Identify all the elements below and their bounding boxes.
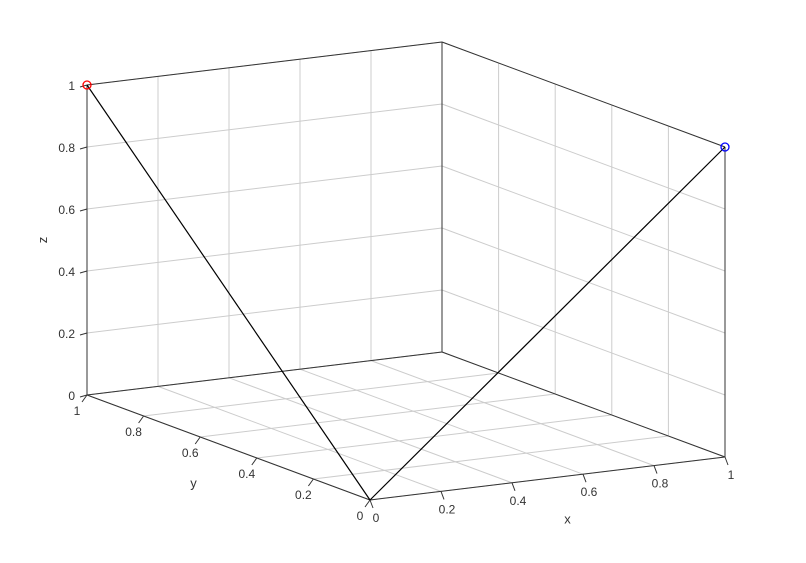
x-tick-0: 0: [373, 511, 380, 525]
x-tick-3: 0.6: [581, 485, 598, 499]
y-tick-2: 0.4: [238, 467, 255, 481]
y-tick-3: 0.6: [182, 446, 199, 460]
x-axis-label: x: [564, 512, 571, 527]
z-tick-5: 1: [68, 79, 75, 93]
z-tick-0: 0: [68, 389, 75, 403]
z-tick-3: 0.6: [58, 203, 75, 217]
x-tick-5: 1: [728, 468, 735, 482]
series-line-1: [370, 147, 725, 500]
y-tick-1: 0.2: [295, 488, 312, 502]
x-tick-1: 0.2: [439, 502, 456, 516]
x-tick-2: 0.4: [510, 494, 527, 508]
y-tick-5: 1: [74, 404, 81, 418]
y-tick-4: 0.8: [125, 425, 142, 439]
z-tick-2: 0.4: [58, 265, 75, 279]
z-tick-1: 0.2: [58, 327, 75, 341]
3d-plot: 00.20.40.60.8100.20.40.60.8100.20.40.60.…: [0, 0, 806, 563]
y-axis-label: y: [190, 476, 197, 491]
y-tick-0: 0: [357, 509, 364, 523]
z-axis-label: z: [35, 237, 50, 244]
z-tick-4: 0.8: [58, 141, 75, 155]
x-tick-4: 0.8: [652, 477, 669, 491]
